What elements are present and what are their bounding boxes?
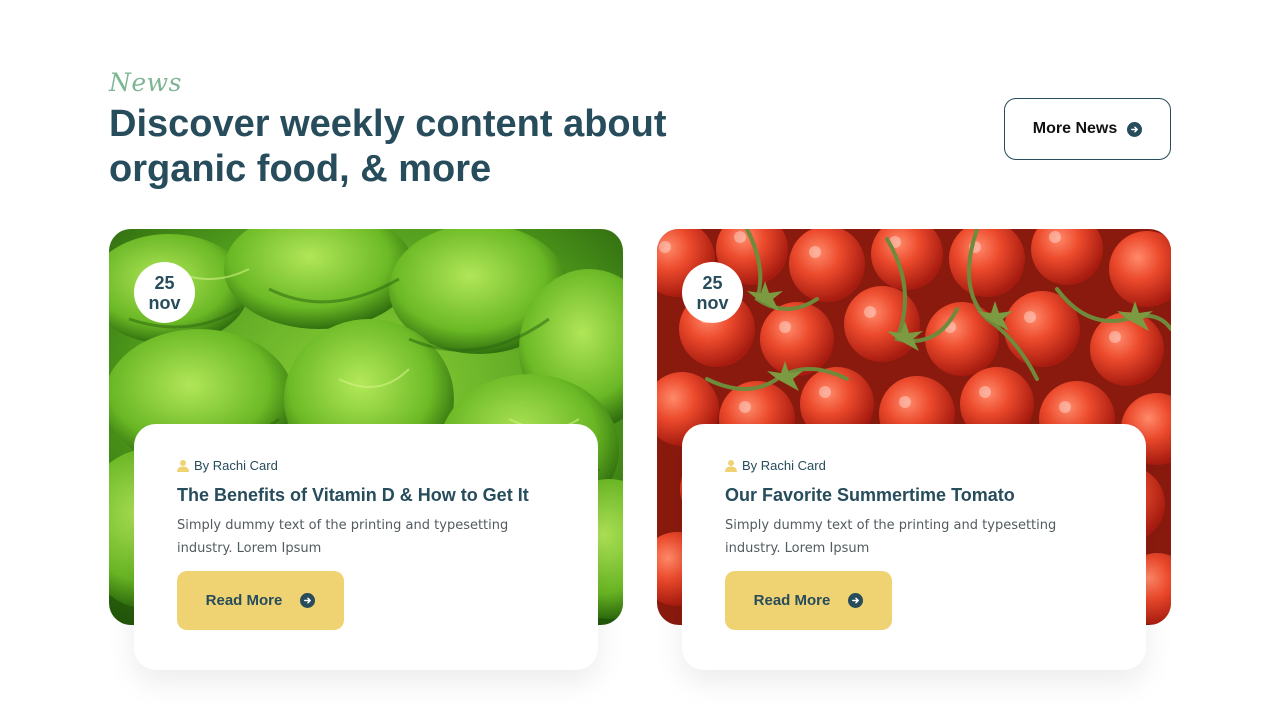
read-more-button[interactable]: Read More	[725, 571, 892, 630]
arrow-right-circle-icon	[1127, 121, 1143, 137]
user-icon	[177, 459, 189, 472]
date-day: 25	[154, 272, 175, 293]
author-line: By Rachi Card	[177, 458, 555, 473]
read-more-label: Read More	[205, 592, 283, 609]
more-news-button[interactable]: More News	[1004, 98, 1171, 160]
card-excerpt: Simply dummy text of the printing and ty…	[177, 518, 509, 556]
news-eyebrow: News	[109, 68, 182, 97]
author-name: By Rachi Card	[742, 458, 826, 473]
read-more-label: Read More	[753, 592, 831, 609]
author-name: By Rachi Card	[194, 458, 278, 473]
date-day: 25	[702, 272, 723, 293]
read-more-button[interactable]: Read More	[177, 571, 344, 630]
news-headline: Discover weekly content about organic fo…	[109, 103, 667, 190]
date-badge: 25 nov	[134, 262, 195, 323]
arrow-right-circle-icon	[300, 593, 316, 608]
date-month: nov	[148, 292, 181, 313]
news-card[interactable]: 25 nov By Rachi Card Our Favorite Summer…	[657, 229, 1171, 689]
news-card[interactable]: 25 nov By Rachi Card The Benefits of Vit…	[109, 229, 623, 689]
author-line: By Rachi Card	[725, 458, 1103, 473]
card-content: By Rachi Card The Benefits of Vitamin D …	[134, 424, 598, 670]
arrow-right-circle-icon	[848, 593, 864, 608]
user-icon	[725, 459, 737, 472]
card-title[interactable]: The Benefits of Vitamin D & How to Get I…	[177, 485, 555, 506]
card-title[interactable]: Our Favorite Summertime Tomato	[725, 485, 1103, 506]
card-content: By Rachi Card Our Favorite Summertime To…	[682, 424, 1146, 670]
more-news-label: More News	[1032, 120, 1118, 137]
card-excerpt: Simply dummy text of the printing and ty…	[725, 518, 1057, 556]
date-month: nov	[696, 292, 729, 313]
date-badge: 25 nov	[682, 262, 743, 323]
